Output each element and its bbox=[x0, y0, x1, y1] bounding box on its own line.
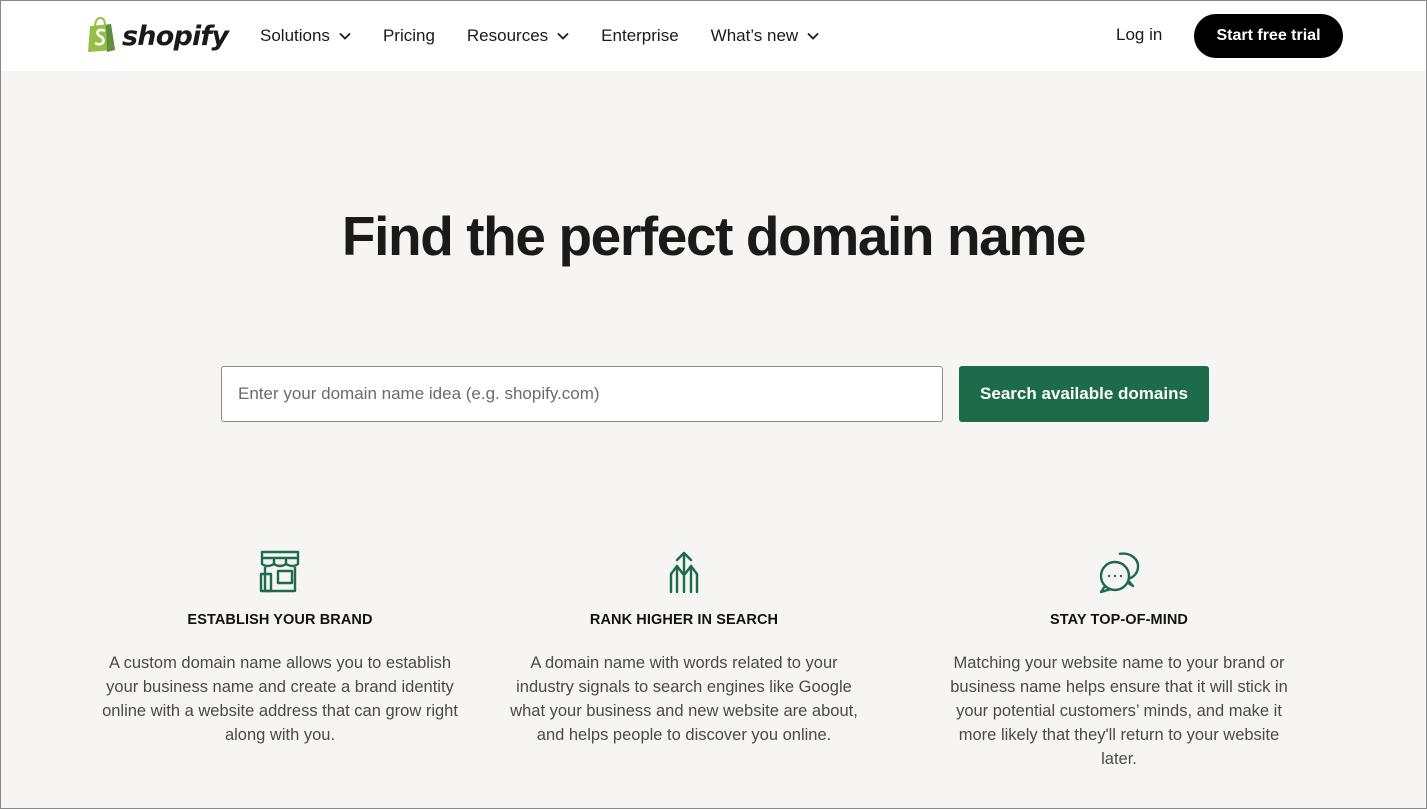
feature-title: STAY TOP-OF-MIND bbox=[1049, 612, 1189, 628]
nav-item-pricing[interactable]: Pricing bbox=[383, 26, 435, 46]
site-header: shopify Solutions Pricing Resources Ente… bbox=[1, 1, 1426, 71]
nav-item-resources[interactable]: Resources bbox=[467, 26, 569, 46]
chevron-down-icon bbox=[339, 32, 351, 40]
nav-item-label: What’s new bbox=[710, 26, 799, 45]
feature-title: ESTABLISH YOUR BRAND bbox=[187, 612, 373, 628]
feature-rank-higher: RANK HIGHER IN SEARCH A domain name with… bbox=[504, 549, 864, 747]
domain-search-input[interactable] bbox=[221, 366, 943, 422]
nav-item-solutions[interactable]: Solutions bbox=[260, 26, 351, 46]
chat-bubbles-icon bbox=[939, 549, 1299, 595]
nav-item-label: Solutions bbox=[260, 26, 330, 45]
feature-title: RANK HIGHER IN SEARCH bbox=[589, 612, 779, 628]
shopify-logo[interactable]: shopify bbox=[85, 17, 229, 53]
shopping-bag-icon bbox=[85, 17, 117, 53]
search-domains-button[interactable]: Search available domains bbox=[959, 366, 1209, 422]
nav-item-label: Resources bbox=[466, 26, 549, 45]
nav-item-enterprise[interactable]: Enterprise bbox=[601, 26, 678, 46]
upward-arrows-icon bbox=[504, 549, 864, 595]
feature-stay-top-of-mind: STAY TOP-OF-MIND Matching your website n… bbox=[939, 549, 1299, 771]
page-title: Find the perfect domain name bbox=[341, 205, 1087, 267]
nav-item-label: Pricing bbox=[382, 26, 435, 45]
feature-description: A custom domain name allows you to estab… bbox=[102, 654, 458, 744]
nav-item-whats-new[interactable]: What’s new bbox=[711, 26, 820, 46]
chevron-down-icon bbox=[557, 32, 569, 40]
logo-wordmark: shopify bbox=[122, 20, 229, 52]
page: shopify Solutions Pricing Resources Ente… bbox=[0, 0, 1427, 809]
feature-establish-brand: ESTABLISH YOUR BRAND A custom domain nam… bbox=[100, 549, 460, 747]
start-free-trial-button[interactable]: Start free trial bbox=[1194, 14, 1343, 58]
storefront-icon bbox=[100, 549, 460, 595]
chevron-down-icon bbox=[807, 32, 819, 40]
nav-item-label: Enterprise bbox=[601, 26, 679, 45]
feature-description: A domain name with words related to your… bbox=[510, 654, 858, 744]
login-link[interactable]: Log in bbox=[1116, 25, 1162, 45]
feature-description: Matching your website name to your brand… bbox=[950, 654, 1288, 768]
main-nav: Solutions Pricing Resources Enterprise W… bbox=[260, 1, 851, 71]
